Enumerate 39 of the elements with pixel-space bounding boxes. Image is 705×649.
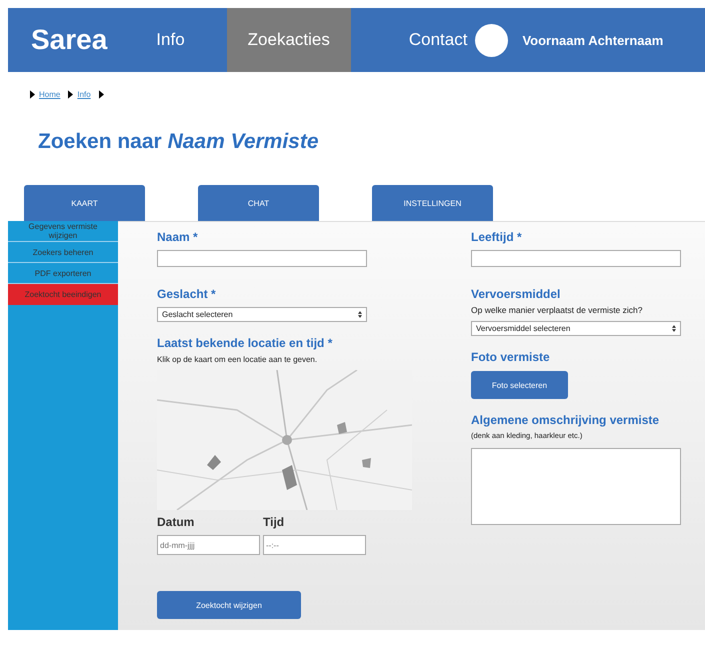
field-label: Naam * (157, 230, 199, 244)
nav-link[interactable]: Contact (386, 8, 476, 72)
breadcrumb-link[interactable]: Info (77, 90, 91, 98)
field-label: Algemene omschrijving vermiste (471, 413, 660, 427)
dropdown-icon (672, 325, 676, 332)
caret-icon (68, 90, 74, 98)
tab[interactable]: CHAT (198, 185, 319, 221)
submit-button[interactable]: Zoektocht wijzigen (157, 591, 301, 619)
date-field[interactable]: dd-mm-jjjj (157, 535, 260, 555)
field-label: Tijd (263, 515, 286, 529)
select-field[interactable]: Vervoersmiddel selecteren (471, 321, 681, 336)
sidebar-item[interactable]: Gegevens vermiste wijzigen (8, 221, 118, 242)
description-field[interactable] (471, 448, 681, 525)
caret-icon (98, 90, 104, 98)
hint-text: Op welke manier verplaatst de vermiste zich? (471, 305, 644, 315)
sidebar-item[interactable]: Zoektocht beeindigen (8, 284, 118, 305)
field-label: Vervoersmiddel (471, 287, 562, 301)
tab[interactable]: INSTELLINGEN (372, 185, 493, 221)
field-label: Foto vermiste (471, 350, 551, 364)
hint-text: Klik op de kaart om een locatie aan te geven. (157, 355, 318, 364)
logo[interactable]: Sarea (8, 8, 150, 72)
avatar-icon[interactable] (475, 24, 508, 56)
user-name[interactable]: Voornaam Achternaam (522, 8, 664, 72)
field-label: Leeftijd * (471, 230, 523, 244)
caret-icon (30, 90, 35, 98)
dropdown-icon (358, 311, 362, 318)
time-field[interactable]: --:-- (263, 535, 366, 555)
field-label: Datum (157, 515, 196, 529)
select-field[interactable]: Geslacht selecteren (157, 307, 367, 322)
breadcrumb-link[interactable]: Home (39, 90, 60, 98)
page-title: Zoeken naar Naam Vermiste (38, 130, 320, 154)
nav-link[interactable]: Info (150, 8, 207, 72)
field-label: Laatst bekende locatie en tijd * (157, 336, 334, 350)
photo-button[interactable]: Foto selecteren (471, 371, 568, 399)
tab[interactable]: KAART (24, 185, 145, 221)
input-field[interactable] (471, 250, 681, 267)
nav-link[interactable]: Zoekacties (226, 8, 351, 72)
input-field[interactable] (157, 250, 367, 267)
field-label: Geslacht * (157, 287, 217, 301)
